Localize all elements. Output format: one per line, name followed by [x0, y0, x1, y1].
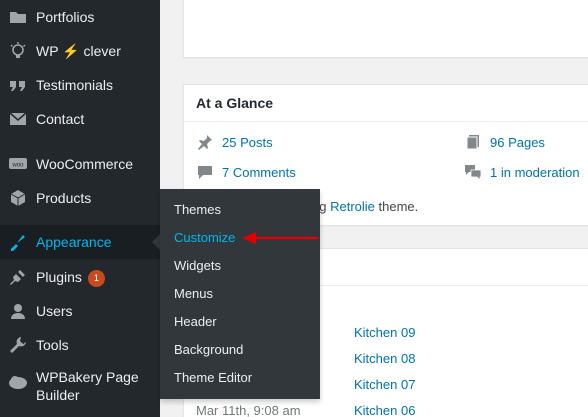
activity-link[interactable]: Kitchen 09: [354, 325, 415, 340]
sidebar-item-label: Contact: [36, 111, 85, 127]
pages-count-link[interactable]: 96 Pages: [464, 133, 545, 151]
sidebar-item-plugins[interactable]: Plugins 1: [0, 266, 160, 288]
sidebar-item-appearance[interactable]: Appearance: [0, 225, 160, 259]
admin-sidebar: Portfolios WP ⚡ clever Testimonials Cont…: [0, 0, 160, 417]
sidebar-item-label: Appearance: [36, 234, 112, 250]
sidebar-item-label: WooCommerce: [36, 156, 133, 172]
posts-count-link[interactable]: 25 Posts: [196, 133, 273, 151]
submenu-item-theme-editor[interactable]: Theme Editor: [174, 370, 252, 385]
comments-count-link[interactable]: 7 Comments: [196, 163, 296, 181]
wpbakery-icon: [8, 372, 28, 392]
annotation-arrow-icon: [242, 232, 318, 244]
sidebar-item-label: Products: [36, 190, 92, 206]
woocommerce-icon: woo: [8, 154, 28, 174]
lightning-icon: ⚡: [62, 43, 80, 59]
envelope-icon: [8, 109, 28, 129]
activity-link[interactable]: Kitchen 06: [354, 403, 415, 417]
pin-icon: [196, 133, 214, 151]
svg-text:woo: woo: [11, 163, 24, 169]
submenu-item-themes[interactable]: Themes: [174, 202, 221, 217]
sidebar-item-portfolios[interactable]: Portfolios: [0, 6, 160, 28]
sidebar-item-label: WP: [36, 43, 59, 59]
submenu-item-customize[interactable]: Customize: [174, 230, 235, 245]
sidebar-item-wpclever[interactable]: WP ⚡ clever: [0, 40, 160, 62]
pages-icon: [464, 133, 482, 151]
comments-moderation-icon: [464, 163, 482, 181]
sidebar-item-wpbakery[interactable]: WPBakery Page Builder: [0, 368, 160, 406]
submenu-item-background[interactable]: Background: [174, 342, 243, 357]
lightbulb-icon: [8, 41, 28, 61]
paintbrush-icon: [8, 232, 28, 252]
activity-link[interactable]: Kitchen 08: [354, 351, 415, 366]
sidebar-item-label: Users: [36, 303, 73, 319]
quote-icon: [8, 75, 28, 95]
running-theme-text: ng Retrolie theme.: [312, 199, 418, 214]
portfolio-icon: [8, 7, 28, 27]
moderation-count-link[interactable]: 1 in moderation: [464, 163, 580, 181]
sidebar-item-products[interactable]: Products: [0, 187, 160, 209]
comment-icon: [196, 163, 214, 181]
sidebar-item-label-2: Builder: [36, 387, 80, 403]
pages-count: 96 Pages: [490, 134, 545, 150]
theme-link[interactable]: Retrolie: [330, 199, 375, 214]
sidebar-item-testimonials[interactable]: Testimonials: [0, 74, 160, 96]
posts-count: 25 Posts: [222, 134, 273, 150]
sidebar-item-users[interactable]: Users: [0, 300, 160, 322]
sidebar-item-woocommerce[interactable]: woo WooCommerce: [0, 153, 160, 175]
sidebar-item-label-2: clever: [83, 43, 121, 59]
sidebar-item-label: Plugins: [36, 269, 82, 285]
dashboard-widget-top: [183, 0, 588, 58]
widget-title: At a Glance: [184, 85, 588, 122]
sidebar-item-label: WPBakery Page: [36, 369, 139, 385]
activity-link[interactable]: Kitchen 07: [354, 377, 415, 392]
submenu-pointer: [152, 234, 160, 250]
plug-icon: [8, 267, 28, 287]
activity-date: Mar 11th, 9:08 am: [196, 403, 301, 417]
comments-count: 7 Comments: [222, 164, 296, 180]
submenu-item-widgets[interactable]: Widgets: [174, 258, 221, 273]
submenu-item-menus[interactable]: Menus: [174, 286, 213, 301]
submenu-item-header[interactable]: Header: [174, 314, 217, 329]
update-count-badge: 1: [87, 270, 105, 287]
theme-text-suffix: theme.: [378, 199, 419, 214]
appearance-submenu: Themes Customize Widgets Menus Header Ba…: [160, 189, 320, 399]
box-icon: [8, 188, 28, 208]
sidebar-item-contact[interactable]: Contact: [0, 108, 160, 130]
sidebar-item-tools[interactable]: Tools: [0, 334, 160, 356]
sidebar-item-label: Testimonials: [36, 77, 114, 93]
moderation-count: 1 in moderation: [490, 164, 580, 180]
sidebar-item-label: Portfolios: [36, 9, 95, 25]
wrench-icon: [8, 335, 28, 355]
user-icon: [8, 301, 28, 321]
sidebar-item-label: Tools: [36, 337, 69, 353]
